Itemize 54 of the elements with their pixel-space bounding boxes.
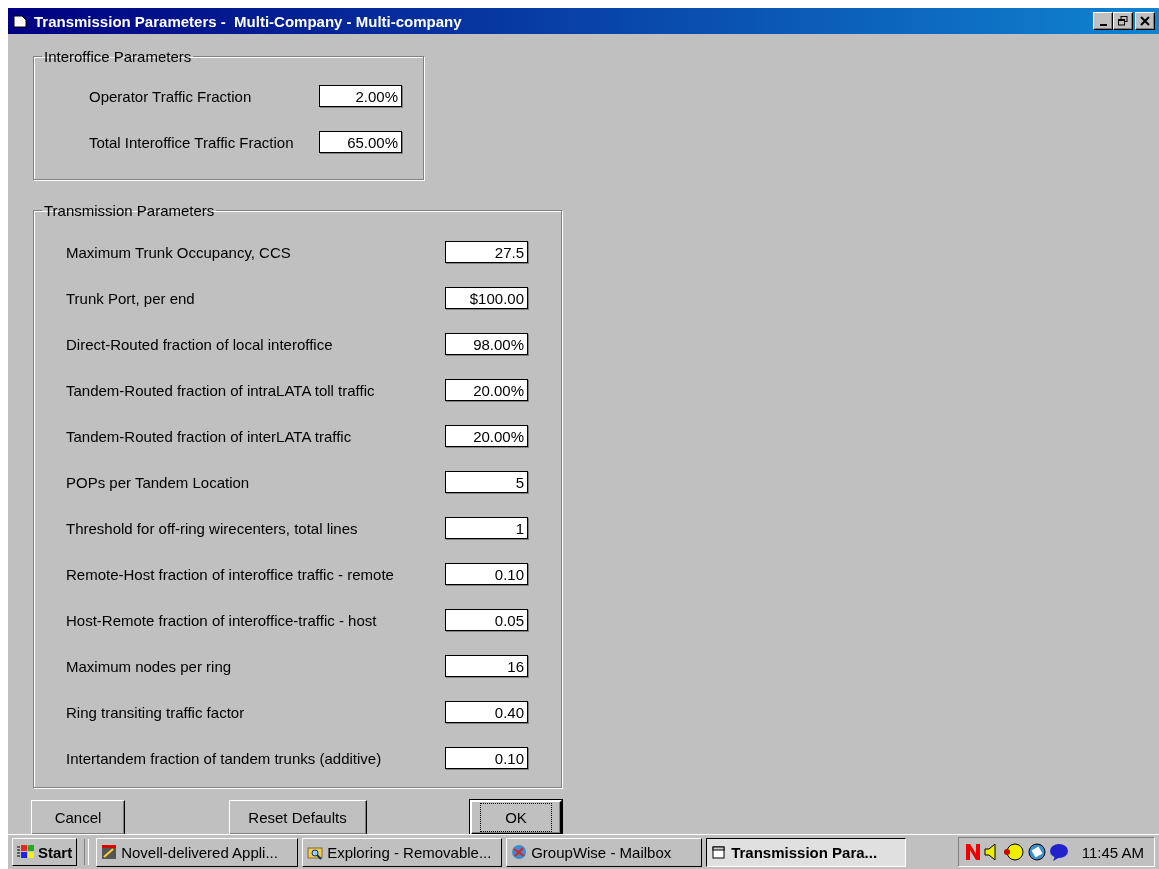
taskbar-button[interactable]: Transmission Para... <box>706 837 907 867</box>
field-label: Intertandem fraction of tandem trunks (additive) <box>66 749 382 767</box>
input-field[interactable]: 0.40 <box>445 701 528 723</box>
restore-button[interactable] <box>1113 12 1133 30</box>
folder-search-icon <box>307 844 324 860</box>
field-label: Maximum nodes per ring <box>66 657 232 675</box>
window-icon <box>12 13 28 29</box>
input-field[interactable]: 27.5 <box>445 241 528 263</box>
minimize-icon <box>1099 23 1107 26</box>
dialog-button[interactable]: OK <box>470 800 562 835</box>
dialog-button[interactable]: Cancel <box>31 800 125 835</box>
input-field[interactable]: 20.00% <box>445 425 528 447</box>
clock: 11:45 AM <box>1081 843 1144 861</box>
field-label: POPs per Tandem Location <box>66 473 250 491</box>
windows-logo-icon <box>17 844 35 860</box>
input-field[interactable]: 65.00% <box>319 131 402 153</box>
restore-icon <box>1118 16 1128 26</box>
field-label: Threshold for off-ring wirecenters, total lines <box>66 519 358 537</box>
field-label: Total Interoffice Traffic Fraction <box>89 133 294 151</box>
field-label: Operator Traffic Fraction <box>89 87 252 105</box>
input-field[interactable]: 1 <box>445 517 528 539</box>
taskbar-button[interactable]: Novell-delivered Appli... <box>96 837 299 867</box>
input-field[interactable]: 0.05 <box>445 609 528 631</box>
minimize-button[interactable] <box>1093 12 1113 30</box>
input-field[interactable]: 16 <box>445 655 528 677</box>
window-icon <box>711 844 728 860</box>
close-icon <box>1140 16 1150 26</box>
input-field[interactable]: 20.00% <box>445 379 528 401</box>
tray-icon[interactable] <box>1027 843 1046 861</box>
tray-icon[interactable] <box>1002 843 1025 861</box>
field-label: Remote-Host fraction of interoffice traffic - remote <box>66 565 394 583</box>
input-field[interactable]: 5 <box>445 471 528 493</box>
field-label: Host-Remote fraction of interoffice-traffic - host <box>66 611 377 629</box>
input-field[interactable]: 2.00% <box>319 85 402 107</box>
field-label: Tandem-Routed fraction of interLATA traffic <box>66 427 352 445</box>
chat-icon[interactable] <box>1048 843 1069 861</box>
window-title: Transmission Parameters - Multi-Company - Multi-company <box>34 12 463 30</box>
field-label: Tandem-Routed fraction of intraLATA toll traffic <box>66 381 375 399</box>
field-label: Direct-Routed fraction of local interoffice <box>66 335 333 353</box>
input-field[interactable]: 0.10 <box>445 747 528 769</box>
input-field[interactable]: 0.10 <box>445 563 528 585</box>
app-icon <box>101 844 118 860</box>
input-field[interactable]: 98.00% <box>445 333 528 355</box>
group-title: Transmission Parameters <box>43 202 216 219</box>
close-button[interactable] <box>1135 12 1155 30</box>
taskbar-button[interactable]: Exploring - Removable... <box>302 837 503 867</box>
field-label: Ring transiting traffic factor <box>66 703 245 721</box>
field-label: Maximum Trunk Occupancy, CCS <box>66 243 291 261</box>
field-label: Trunk Port, per end <box>66 289 195 307</box>
group-title: Interoffice Parameters <box>43 48 193 65</box>
input-field[interactable]: $100.00 <box>445 287 528 309</box>
dialog-button[interactable]: Reset Defaults <box>228 800 367 835</box>
taskbar-button[interactable]: GroupWise - Mailbox <box>506 837 703 867</box>
start-button[interactable]: Start <box>12 838 78 866</box>
